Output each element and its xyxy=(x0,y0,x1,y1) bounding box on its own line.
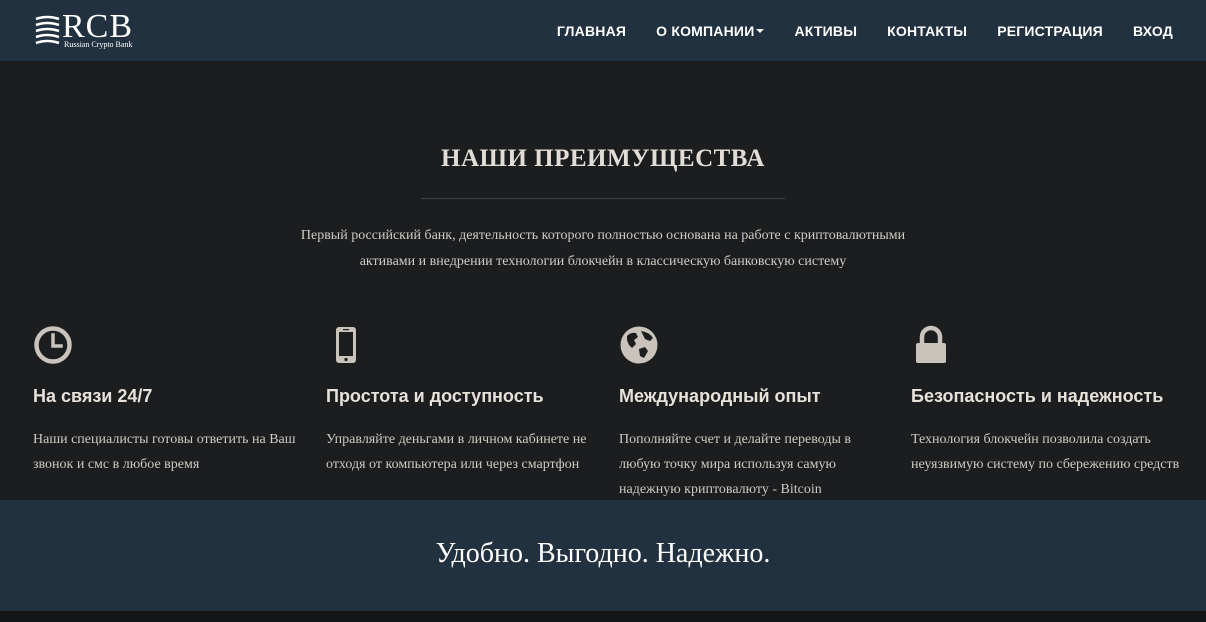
feature-text: Управляйте деньгами в личном кабинете не… xyxy=(326,432,587,472)
section-description: Первый российский банк, деятельность кот… xyxy=(250,223,956,275)
feature-text: Наши специалисты готовы ответить на Ваш … xyxy=(33,432,296,472)
logo-subtitle: Russian Crypto Bank xyxy=(64,40,133,49)
nav-login[interactable]: ВХОД xyxy=(1133,23,1173,39)
globe-icon xyxy=(620,326,658,364)
description-line-1: Первый российский банк, деятельность кот… xyxy=(300,228,906,243)
nav-assets[interactable]: АКТИВЫ xyxy=(794,23,857,39)
caret-down-icon xyxy=(756,28,765,33)
slogan-banner: Удобно. Выгодно. Надежно. xyxy=(0,500,1206,611)
feature-text: Пополняйте счет и делайте переводы в люб… xyxy=(619,432,851,497)
feature-international: Международный опыт Пополняйте счет и дел… xyxy=(619,325,889,497)
footer-strip xyxy=(0,611,1206,622)
feature-title: Простота и доступность xyxy=(326,386,544,406)
lock-icon xyxy=(916,325,946,363)
top-navbar: RCB Russian Crypto Bank ГЛАВНАЯ О КОМПАН… xyxy=(0,0,1206,61)
section-title: НАШИ ПРЕИМУЩЕСТВА xyxy=(441,145,765,172)
feature-title: Безопасность и надежность xyxy=(911,386,1164,406)
feature-text: Технология блокчейн позволила создать не… xyxy=(911,432,1180,472)
nav-home[interactable]: ГЛАВНАЯ xyxy=(557,23,626,39)
nav-registration[interactable]: РЕГИСТРАЦИЯ xyxy=(997,23,1103,39)
main-nav: ГЛАВНАЯ О КОМПАНИИ АКТИВЫ КОНТАКТЫ РЕГИС… xyxy=(527,0,1173,61)
rcb-logo[interactable]: RCB Russian Crypto Bank xyxy=(34,8,154,53)
description-line-2: активами и внедрении технологии блокчейн… xyxy=(359,254,847,269)
title-divider xyxy=(421,198,785,199)
feature-title: На связи 24/7 xyxy=(33,386,153,406)
slogan-text: Удобно. Выгодно. Надежно. xyxy=(435,538,771,569)
logo-stripes-icon xyxy=(35,15,60,45)
feature-security: Безопасность и надежность Технология бло… xyxy=(911,325,1181,472)
smartphone-icon xyxy=(336,327,356,363)
nav-contacts[interactable]: КОНТАКТЫ xyxy=(887,23,967,39)
advantages-section: НАШИ ПРЕИМУЩЕСТВА Первый российский банк… xyxy=(0,61,1206,500)
nav-about-label: О КОМПАНИИ xyxy=(656,22,755,39)
feature-simplicity: Простота и доступность Управляйте деньга… xyxy=(326,325,596,472)
feature-support: На связи 24/7 Наши специалисты готовы от… xyxy=(33,325,303,472)
feature-title: Международный опыт xyxy=(619,386,821,406)
clock-icon xyxy=(34,326,72,364)
nav-about-dropdown[interactable]: О КОМПАНИИ xyxy=(656,22,765,39)
